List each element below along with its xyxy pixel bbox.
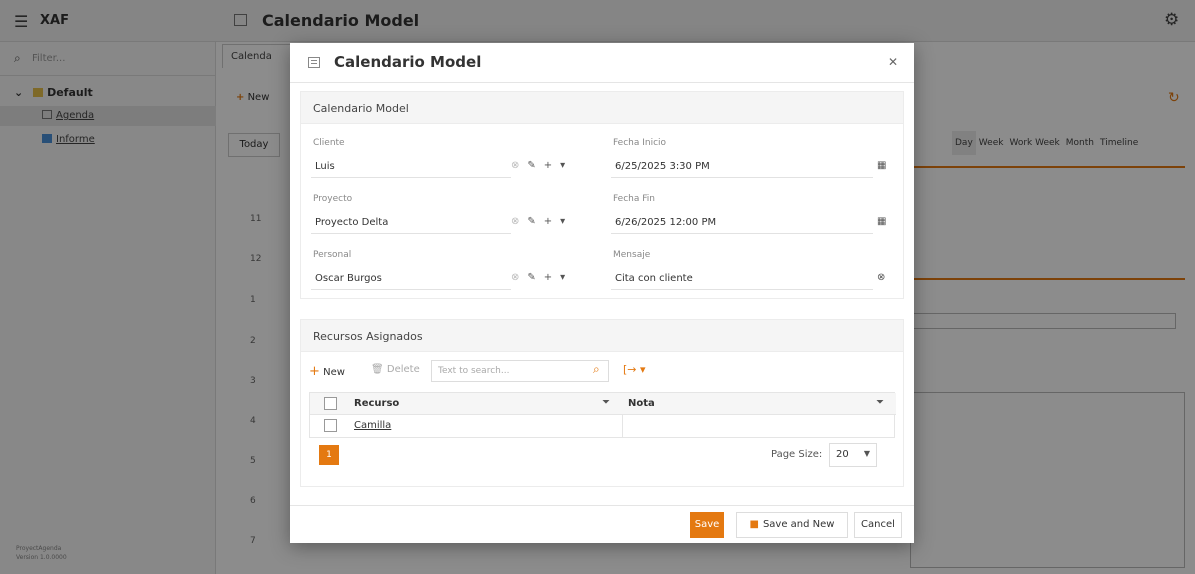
- recursos-section-title: Recursos Asignados: [301, 320, 903, 352]
- cell-recurso[interactable]: Camilla: [354, 420, 391, 431]
- personal-tools: ⊗ ✎ + ▾: [511, 272, 573, 283]
- export-icon[interactable]: [→ ▾: [623, 363, 646, 376]
- grid-header: Recurso ⏷ Nota ⏷: [310, 393, 896, 415]
- modal-header: Calendario Model ✕: [290, 43, 914, 83]
- calendar-icon[interactable]: ▦: [877, 160, 886, 171]
- pencil-icon[interactable]: ✎: [527, 272, 535, 283]
- fecha-fin-label: Fecha Fin: [613, 194, 655, 204]
- grid-new-label: New: [323, 367, 345, 378]
- modal-footer: Save ■ Save and New Cancel: [290, 505, 914, 543]
- clear-icon[interactable]: ⊗: [877, 272, 885, 283]
- pencil-icon[interactable]: ✎: [527, 160, 535, 171]
- save-and-new-button[interactable]: ■ Save and New: [736, 512, 848, 538]
- cliente-field[interactable]: Luis: [311, 156, 511, 178]
- calendario-modal: Calendario Model ✕ Calendario Model Clie…: [290, 43, 914, 543]
- grid-delete-label: Delete: [386, 364, 420, 375]
- cancel-button[interactable]: Cancel: [854, 512, 902, 538]
- proyecto-field[interactable]: Proyecto Delta: [311, 212, 511, 234]
- column-divider: [622, 415, 623, 437]
- list-view-icon: [308, 57, 320, 68]
- chevron-down-icon[interactable]: ▾: [560, 160, 565, 171]
- proyecto-tools: ⊗ ✎ + ▾: [511, 216, 573, 227]
- plus-icon[interactable]: +: [544, 272, 552, 283]
- save-and-new-label: Save and New: [762, 519, 835, 530]
- select-all-checkbox[interactable]: [324, 397, 337, 410]
- column-nota[interactable]: Nota: [628, 398, 655, 409]
- modal-title: Calendario Model: [334, 53, 482, 71]
- page-size-select[interactable]: 20 ▼: [829, 443, 877, 467]
- recursos-section: Recursos Asignados + New 🗑 Delete Text t…: [300, 319, 904, 487]
- search-icon[interactable]: ⌕: [593, 362, 600, 377]
- grid-search-input[interactable]: Text to search...: [431, 360, 609, 382]
- close-icon[interactable]: ✕: [888, 55, 898, 69]
- chevron-down-icon[interactable]: ▾: [560, 272, 565, 283]
- cliente-label: Cliente: [313, 138, 345, 148]
- mensaje-label: Mensaje: [613, 250, 651, 260]
- trash-icon: 🗑: [371, 364, 384, 375]
- personal-label: Personal: [313, 250, 352, 260]
- plus-icon[interactable]: +: [544, 160, 552, 171]
- table-row[interactable]: Camilla: [310, 415, 896, 437]
- save-icon: ■: [749, 519, 759, 530]
- plus-icon[interactable]: +: [544, 216, 552, 227]
- grid-delete-button[interactable]: 🗑 Delete: [371, 364, 420, 375]
- detail-section: Calendario Model Cliente Luis ⊗ ✎ + ▾ Proye…: [300, 91, 904, 299]
- cliente-tools: ⊗ ✎ + ▾: [511, 160, 573, 171]
- fecha-fin-field[interactable]: 6/26/2025 12:00 PM: [611, 212, 873, 234]
- fecha-inicio-label: Fecha Inicio: [613, 138, 667, 148]
- pencil-icon[interactable]: ✎: [527, 216, 535, 227]
- recursos-grid: Recurso ⏷ Nota ⏷ Camilla: [309, 392, 896, 438]
- column-recurso[interactable]: Recurso: [354, 398, 399, 409]
- clear-icon[interactable]: ⊗: [511, 160, 519, 171]
- page-size-label: Page Size:: [771, 449, 823, 460]
- calendar-icon[interactable]: ▦: [877, 216, 886, 227]
- filter-icon[interactable]: ⏷: [876, 397, 884, 408]
- filter-icon[interactable]: ⏷: [602, 397, 610, 408]
- chevron-down-icon: ▼: [863, 449, 870, 458]
- row-checkbox[interactable]: [324, 419, 337, 432]
- chevron-down-icon[interactable]: ▾: [560, 216, 565, 227]
- proyecto-label: Proyecto: [313, 194, 353, 204]
- page-size-value: 20: [836, 449, 849, 460]
- save-button[interactable]: Save: [690, 512, 724, 538]
- personal-field[interactable]: Oscar Burgos: [311, 268, 511, 290]
- mensaje-field[interactable]: Cita con cliente: [611, 268, 873, 290]
- detail-section-title: Calendario Model: [301, 92, 903, 124]
- fecha-inicio-field[interactable]: 6/25/2025 3:30 PM: [611, 156, 873, 178]
- pager-page-button[interactable]: 1: [319, 445, 339, 465]
- clear-icon[interactable]: ⊗: [511, 272, 519, 283]
- grid-new-button[interactable]: + New: [309, 364, 345, 379]
- clear-icon[interactable]: ⊗: [511, 216, 519, 227]
